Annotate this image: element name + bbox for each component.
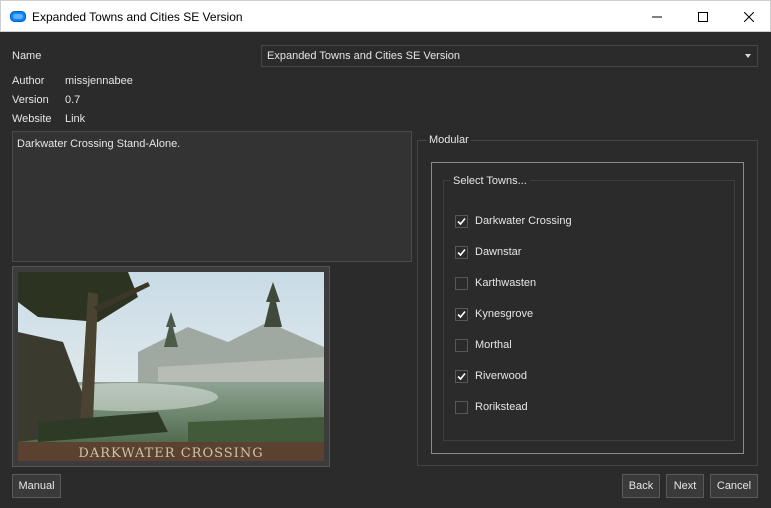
mod-name-select-value: Expanded Towns and Cities SE Version — [267, 50, 461, 62]
checkmark-icon — [457, 310, 466, 318]
manual-button[interactable]: Manual — [12, 474, 61, 498]
window-title: Expanded Towns and Cities SE Version — [32, 10, 243, 24]
cancel-button[interactable]: Cancel — [710, 474, 758, 498]
town-checkbox-row[interactable]: Rorikstead — [455, 399, 528, 415]
chevron-down-icon — [745, 54, 751, 58]
version-label: Version — [12, 94, 49, 106]
checkmark-icon — [457, 248, 466, 256]
town-checkbox-label: Karthwasten — [475, 277, 537, 289]
preview-scene: DARKWATER CROSSING — [18, 272, 324, 461]
checkbox-unchecked[interactable] — [455, 276, 468, 290]
title-bar: Expanded Towns and Cities SE Version — [0, 0, 771, 32]
checkmark-icon — [457, 372, 466, 380]
checkbox-checked[interactable] — [455, 369, 468, 383]
close-button[interactable] — [726, 1, 771, 32]
website-link[interactable]: Link — [65, 113, 85, 125]
town-checkbox-label: Rorikstead — [475, 401, 528, 413]
town-checkbox-row[interactable]: Morthal — [455, 337, 512, 353]
checkbox-unchecked[interactable] — [455, 400, 468, 414]
town-checkbox-label: Morthal — [475, 339, 512, 351]
town-checkbox-label: Dawnstar — [475, 246, 522, 258]
modular-group-title: Modular — [427, 134, 471, 146]
town-checkbox-row[interactable]: Darkwater Crossing — [455, 213, 572, 229]
cloud-app-icon — [10, 11, 26, 22]
author-value: missjennabee — [65, 75, 133, 87]
minimize-icon — [652, 16, 662, 17]
mod-name-select[interactable]: Expanded Towns and Cities SE Version — [261, 45, 758, 67]
town-checkbox-row[interactable]: Riverwood — [455, 368, 527, 384]
checkbox-checked[interactable] — [455, 245, 468, 259]
checkmark-icon — [457, 217, 466, 225]
name-label: Name — [12, 50, 42, 62]
back-button[interactable]: Back — [622, 474, 660, 498]
maximize-button[interactable] — [680, 1, 726, 32]
preview-caption: DARKWATER CROSSING — [78, 446, 263, 461]
checkbox-unchecked[interactable] — [455, 338, 468, 352]
preview-image: DARKWATER CROSSING — [12, 266, 330, 467]
author-label: Author — [12, 75, 45, 87]
town-checkbox-row[interactable]: Dawnstar — [455, 244, 521, 260]
maximize-icon — [698, 11, 708, 22]
minimize-button[interactable] — [634, 1, 680, 32]
website-label: Website — [12, 113, 52, 125]
town-checkbox-label: Riverwood — [475, 370, 527, 382]
town-checkbox-label: Darkwater Crossing — [475, 215, 572, 227]
town-checkbox-row[interactable]: Kynesgrove — [455, 306, 533, 322]
town-checkbox-label: Kynesgrove — [475, 308, 534, 320]
select-towns-title: Select Towns... — [450, 175, 530, 187]
next-button[interactable]: Next — [666, 474, 704, 498]
version-value: 0.7 — [65, 94, 81, 106]
description-text: Darkwater Crossing Stand-Alone. — [17, 138, 181, 150]
town-checkbox-row[interactable]: Karthwasten — [455, 275, 536, 291]
checkbox-checked[interactable] — [455, 307, 468, 321]
close-icon — [744, 11, 754, 22]
description-box: Darkwater Crossing Stand-Alone. — [12, 131, 412, 262]
checkbox-checked[interactable] — [455, 214, 468, 228]
